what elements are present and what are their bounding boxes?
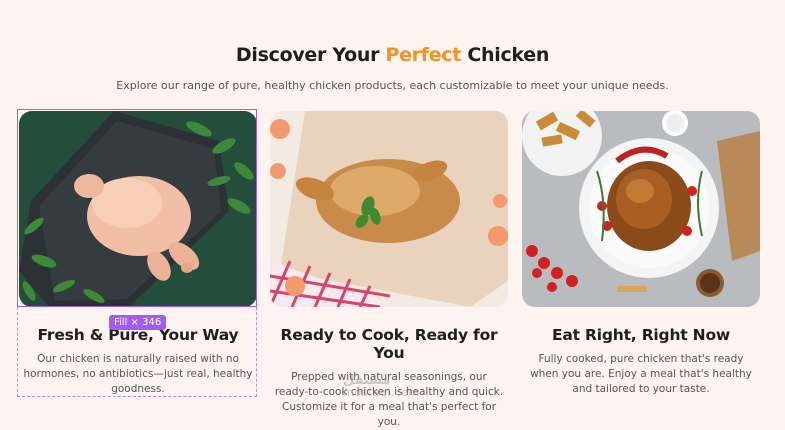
watermark-logo: مستقل mostaql.com bbox=[343, 373, 420, 399]
fill-size-badge: Fill × 346 bbox=[109, 315, 167, 330]
section-header: Discover Your Perfect Chicken Explore ou… bbox=[0, 44, 785, 92]
section-title: Discover Your Perfect Chicken bbox=[235, 44, 550, 66]
raw-chicken-image bbox=[19, 111, 257, 307]
card-description: Fully cooked, pure chicken that's ready … bbox=[530, 353, 752, 395]
product-card-eat-right[interactable]: Eat Right, Right Now Fully cooked, pure … bbox=[522, 111, 760, 397]
product-card-fresh[interactable]: Fresh & Pure, Your Way Our chicken is na… bbox=[19, 111, 257, 397]
roast-chicken-platter-image bbox=[522, 111, 760, 307]
roasted-chicken-image bbox=[270, 111, 508, 307]
section-subtitle: Explore our range of pure, healthy chick… bbox=[116, 79, 669, 92]
card-heading: Ready to Cook, Ready for You bbox=[280, 326, 498, 362]
card-description: Our chicken is naturally raised with no … bbox=[23, 353, 253, 395]
card-heading: Eat Right, Right Now bbox=[551, 326, 731, 344]
title-accent-word: Perfect bbox=[385, 44, 462, 66]
